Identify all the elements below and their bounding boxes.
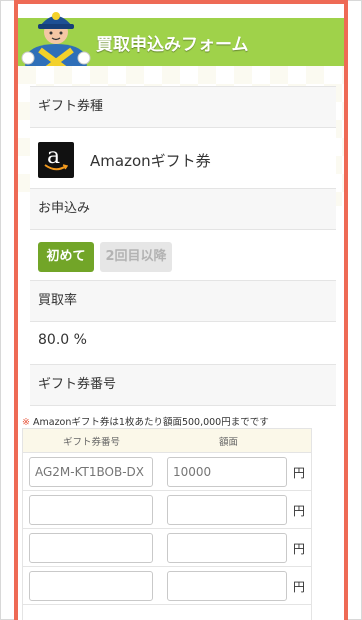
table-row: 円 [23, 453, 311, 491]
table-header: ギフト券番号 額面 [23, 429, 311, 453]
table-row: 円 [23, 491, 311, 529]
gift-code-input[interactable] [29, 533, 153, 563]
notice-mark: ※ [22, 417, 30, 428]
amount-input[interactable] [167, 457, 287, 487]
amount-input[interactable] [167, 571, 287, 601]
amount-input[interactable] [167, 495, 287, 525]
rate-value: 80.0 % [38, 332, 87, 348]
first-time-button[interactable]: 初めて [38, 242, 94, 272]
gift-code-table: ギフト券番号 額面 円 円 円 円 [22, 428, 312, 620]
gift-code-input[interactable] [29, 457, 153, 487]
gift-type-label: ギフト券種 [30, 86, 336, 128]
col-amount-header: 額面 [219, 437, 239, 448]
gift-type-option[interactable]: a Amazonギフト券 [30, 128, 336, 190]
rate-row: 80.0 % [30, 322, 336, 364]
table-row: 円 [23, 529, 311, 567]
yen-unit: 円 [293, 542, 306, 556]
gift-code-label: ギフト券番号 [30, 364, 336, 406]
amazon-logo-icon: a [38, 142, 74, 178]
application-label: お申込み [30, 188, 336, 230]
form-header: 買取申込みフォーム [18, 12, 344, 80]
form-title: 買取申込みフォーム [96, 35, 249, 55]
table-row: 円 [23, 567, 311, 605]
amount-input[interactable] [167, 533, 287, 563]
yen-unit: 円 [293, 466, 306, 480]
application-options: 初めて 2回目以降 [30, 230, 336, 282]
yen-unit: 円 [293, 504, 306, 518]
rate-label: 買取率 [30, 280, 336, 322]
yen-unit: 円 [293, 580, 306, 594]
gift-type-name: Amazonギフト券 [90, 152, 211, 170]
gift-code-input[interactable] [29, 495, 153, 525]
col-code-header: ギフト券番号 [63, 437, 121, 448]
repeat-button[interactable]: 2回目以降 [100, 242, 172, 272]
gift-code-input[interactable] [29, 571, 153, 601]
notice-text: Amazonギフト券は1枚あたり額面500,000円までです [33, 417, 269, 428]
amount-limit-notice: ※ Amazonギフト券は1枚あたり額面500,000円までです [22, 414, 269, 428]
